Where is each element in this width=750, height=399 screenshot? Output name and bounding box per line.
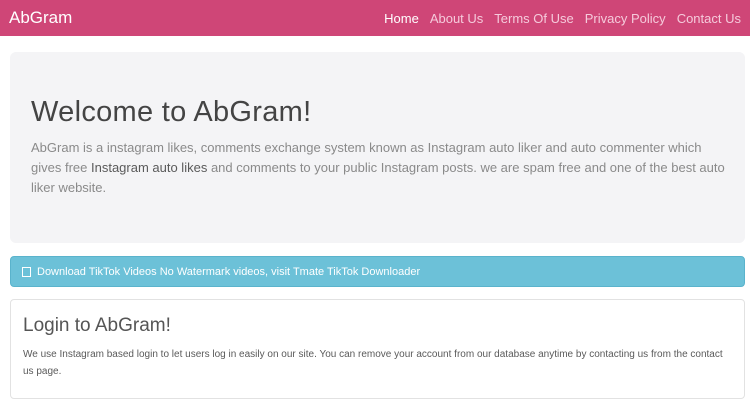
login-description: We use Instagram based login to let user…: [23, 349, 723, 377]
welcome-jumbotron: Welcome to AbGram! AbGram is a instagram…: [10, 52, 745, 243]
nav-links: Home About Us Terms Of Use Privacy Polic…: [384, 11, 741, 26]
nav-link-home[interactable]: Home: [384, 11, 419, 26]
top-navbar: AbGram Home About Us Terms Of Use Privac…: [0, 0, 750, 36]
nav-link-terms-of-use[interactable]: Terms Of Use: [494, 11, 573, 26]
brand-logo[interactable]: AbGram: [9, 8, 72, 28]
nav-link-privacy-policy[interactable]: Privacy Policy: [585, 11, 666, 26]
instagram-auto-likes-text: Instagram auto likes: [90, 160, 208, 175]
nav-link-contact-us[interactable]: Contact Us: [677, 11, 741, 26]
login-title: Login to AbGram!: [23, 315, 171, 336]
nav-link-about-us[interactable]: About Us: [430, 11, 483, 26]
welcome-description: AbGram is a instagram likes, comments ex…: [31, 138, 725, 198]
tiktok-download-text[interactable]: Download TikTok Videos No Watermark vide…: [37, 266, 420, 278]
external-link-icon: [22, 266, 31, 277]
tiktok-download-alert[interactable]: Download TikTok Videos No Watermark vide…: [10, 256, 745, 287]
login-card: Login to AbGram! We use Instagram based …: [10, 299, 745, 399]
welcome-title: Welcome to AbGram!: [31, 96, 312, 128]
